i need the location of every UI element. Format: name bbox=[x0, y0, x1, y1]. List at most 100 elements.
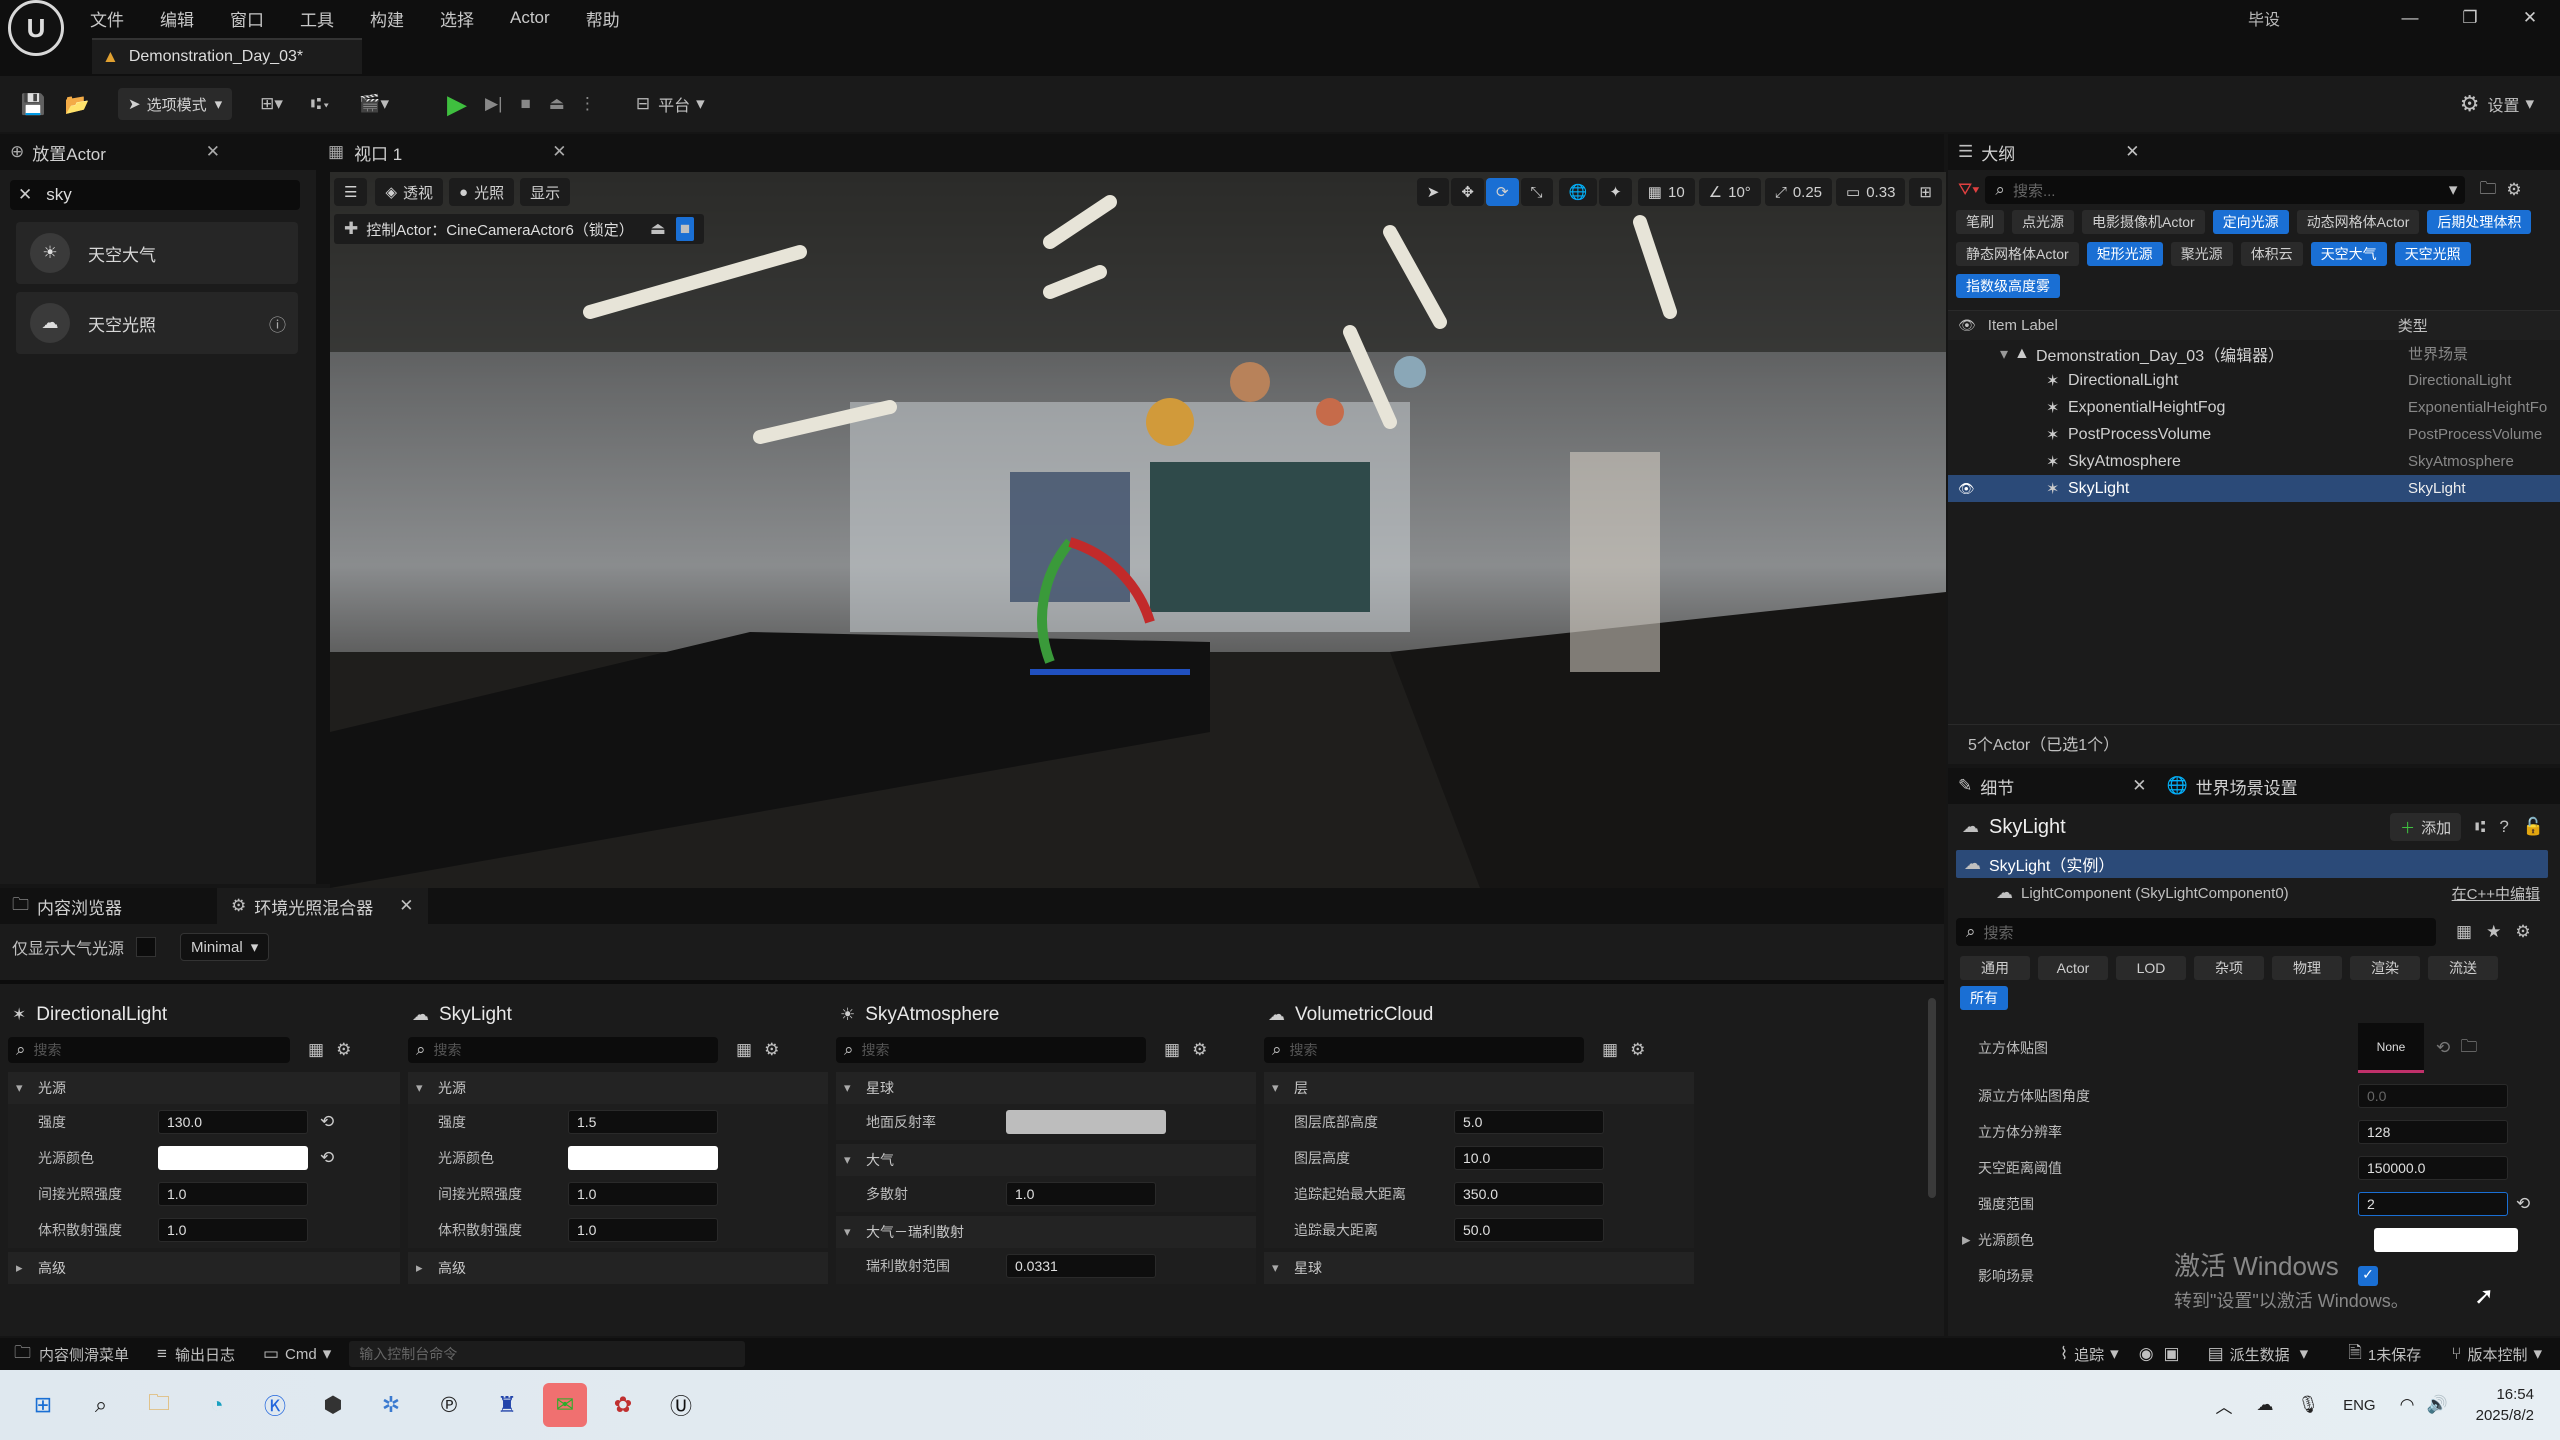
menu-item[interactable]: 构建 bbox=[370, 6, 404, 31]
volume-icon[interactable]: 🔊 bbox=[2426, 1395, 2447, 1415]
restore-icon[interactable]: ❐ bbox=[2440, 8, 2500, 28]
visibility-icon[interactable]: 👁 bbox=[1958, 454, 1986, 470]
mixer-section-header[interactable]: ▾ 光源 bbox=[8, 1072, 400, 1104]
mixer-section-header[interactable]: ▾ 光源 bbox=[408, 1072, 828, 1104]
close-icon[interactable]: ✕ bbox=[2500, 8, 2560, 28]
search-icon[interactable]: ⌕ bbox=[79, 1383, 123, 1427]
close-tab-icon[interactable]: ✕ bbox=[206, 142, 220, 162]
output-log-button[interactable]: 输出日志 bbox=[175, 1344, 235, 1365]
col-item-label[interactable]: Item Label bbox=[1988, 317, 2398, 334]
details-property-value[interactable]: 150000.0 bbox=[2358, 1156, 2508, 1180]
filter-chip[interactable]: 天空光照 bbox=[2394, 242, 2471, 266]
new-folder-icon[interactable]: 🗀 bbox=[2479, 176, 2496, 205]
viewport-tab[interactable]: ▦ 视口 1 ✕ bbox=[316, 134, 1944, 170]
settings-menu[interactable]: ⚙ 设置 ▾ bbox=[2460, 91, 2534, 117]
table-view-icon[interactable]: ▦ bbox=[2456, 922, 2472, 942]
tool-app-icon[interactable]: ♜ bbox=[485, 1383, 529, 1427]
details-search-input[interactable]: ⌕ 搜索 bbox=[1956, 918, 2436, 946]
table-view-icon[interactable]: ▦ bbox=[736, 1040, 752, 1060]
clear-search-icon[interactable]: ✕ bbox=[18, 185, 32, 205]
gear-icon[interactable]: ⚙ bbox=[2515, 922, 2530, 942]
close-tab-icon[interactable]: ✕ bbox=[2132, 776, 2146, 796]
menu-item[interactable]: 文件 bbox=[90, 6, 124, 31]
mixer-property-value[interactable]: 350.0 bbox=[1454, 1182, 1604, 1206]
cube-app-icon[interactable]: ⬢ bbox=[311, 1383, 355, 1427]
viewport-scene[interactable] bbox=[330, 172, 1946, 888]
filter-chip[interactable]: 后期处理体积 bbox=[2427, 210, 2532, 234]
mixer-property-value[interactable]: 1.5 bbox=[568, 1110, 718, 1134]
category-all[interactable]: 所有 bbox=[1960, 986, 2008, 1010]
filter-chip[interactable]: 矩形光源 bbox=[2086, 242, 2163, 266]
edit-cpp-link[interactable]: 在C++中编辑 bbox=[2452, 883, 2540, 904]
content-browser-tab[interactable]: 内容浏览器 bbox=[37, 894, 217, 919]
mode-select[interactable]: ➤ 选项模式 ▾ bbox=[118, 88, 233, 120]
filter-chip[interactable]: 笔刷 bbox=[1956, 210, 2004, 234]
close-tab-icon[interactable]: ✕ bbox=[552, 142, 566, 162]
filter-chip[interactable]: 静态网格体Actor bbox=[1956, 242, 2079, 266]
filter-chip[interactable]: 指数级高度雾 bbox=[1956, 274, 2060, 298]
table-view-icon[interactable]: ▦ bbox=[308, 1040, 324, 1060]
details-category[interactable]: 通用 bbox=[1960, 956, 2030, 980]
mixer-search-input[interactable]: ⌕ 搜索 bbox=[8, 1037, 290, 1063]
details-property-value[interactable]: 128 bbox=[2358, 1120, 2508, 1144]
viewport-menu-icon[interactable]: ☰ bbox=[334, 178, 368, 206]
camera-view-icon[interactable]: ■ bbox=[675, 217, 695, 241]
mixer-scrollbar[interactable] bbox=[1928, 998, 1936, 1198]
filter-chip[interactable]: 动态网格体Actor bbox=[2296, 210, 2420, 234]
angle-snap-button[interactable]: ∠ 10° bbox=[1698, 178, 1761, 206]
p-app-icon[interactable]: ℗ bbox=[427, 1383, 471, 1427]
perspective-button[interactable]: ◈ 透视 bbox=[375, 178, 444, 206]
trace-button[interactable]: 追踪 bbox=[2074, 1344, 2104, 1365]
world-settings-tab[interactable]: 世界场景设置 bbox=[2196, 774, 2298, 799]
play-icon[interactable]: ▶ bbox=[447, 89, 467, 120]
add-actor-icon[interactable]: ⊞▾ bbox=[260, 94, 283, 114]
help-icon[interactable]: ? bbox=[2499, 817, 2508, 837]
outliner-row[interactable]: 👁 ✶ DirectionalLight DirectionalLight bbox=[1948, 367, 2560, 394]
gear-icon[interactable]: ⚙ bbox=[764, 1040, 779, 1060]
mixer-property-value[interactable]: 0.0331 bbox=[1006, 1254, 1156, 1278]
grid-snap-button[interactable]: ▦ 10 bbox=[1637, 178, 1695, 206]
gear-icon[interactable]: ⚙ bbox=[1192, 1040, 1207, 1060]
outliner-search-input[interactable]: ⌕ 搜索... ▾ bbox=[1985, 176, 2466, 204]
menu-item[interactable]: 选择 bbox=[440, 6, 474, 31]
details-category[interactable]: LOD bbox=[2116, 956, 2186, 980]
save-icon[interactable]: 💾 bbox=[16, 87, 50, 121]
table-view-icon[interactable]: ▦ bbox=[1164, 1040, 1180, 1060]
record-icon[interactable]: ◉ bbox=[2139, 1344, 2154, 1364]
layout-icon[interactable]: ⊞ bbox=[1909, 178, 1942, 206]
menu-item[interactable]: 窗口 bbox=[230, 6, 264, 31]
mixer-property-value[interactable]: 50.0 bbox=[1454, 1218, 1604, 1242]
platform-menu[interactable]: ⊟ 平台 ▾ bbox=[636, 92, 705, 116]
select-mode-icon[interactable]: ➤ bbox=[1416, 178, 1450, 206]
mixer-search-input[interactable]: ⌕ 搜索 bbox=[836, 1037, 1146, 1063]
console-input[interactable]: 输入控制台命令 bbox=[349, 1341, 746, 1367]
cmd-select[interactable]: Cmd bbox=[285, 1346, 317, 1363]
unsaved-button[interactable]: 1未保存 bbox=[2368, 1344, 2421, 1365]
unreal-logo-icon[interactable]: U bbox=[8, 0, 64, 56]
filter-chip[interactable]: 聚光源 bbox=[2170, 242, 2233, 266]
cinematics-icon[interactable]: 🎬▾ bbox=[359, 94, 389, 114]
blueprint-icon[interactable]: ⑆▾ bbox=[311, 94, 331, 114]
only-atmo-checkbox[interactable] bbox=[136, 937, 157, 957]
details-property-value[interactable]: 2 bbox=[2358, 1192, 2508, 1216]
wechat-icon[interactable]: ✉ bbox=[543, 1383, 587, 1427]
scale-icon[interactable]: ⤡ bbox=[1520, 178, 1553, 206]
gear-icon[interactable]: ⚙ bbox=[1630, 1040, 1645, 1060]
translate-icon[interactable]: ✥ bbox=[1451, 178, 1484, 206]
edge-icon[interactable]: ◔ bbox=[195, 1383, 239, 1427]
menu-item[interactable]: 工具 bbox=[300, 6, 334, 31]
color-swatch[interactable] bbox=[568, 1146, 718, 1170]
menu-item[interactable]: 编辑 bbox=[160, 6, 194, 31]
details-tab[interactable]: 细节 bbox=[1980, 774, 2014, 799]
surface-snap-icon[interactable]: ✦ bbox=[1599, 178, 1632, 206]
unreal-taskbar-icon[interactable]: Ⓤ bbox=[659, 1383, 703, 1427]
color-swatch[interactable] bbox=[158, 1146, 308, 1170]
filter-chip[interactable]: 定向光源 bbox=[2212, 210, 2289, 234]
outliner-row[interactable]: 👁 ✶ SkyAtmosphere SkyAtmosphere bbox=[1948, 448, 2560, 475]
component-instance-row[interactable]: ☁ SkyLight（实例） bbox=[1956, 850, 2548, 878]
project-label[interactable]: 毕设 bbox=[2248, 6, 2280, 30]
visibility-icon[interactable]: 👁 bbox=[1958, 346, 1986, 362]
preset-select[interactable]: Minimal ▾ bbox=[180, 933, 270, 961]
scale-snap-button[interactable]: ⤢ 0.25 bbox=[1764, 178, 1833, 206]
ground-albedo-swatch[interactable] bbox=[1006, 1110, 1166, 1134]
